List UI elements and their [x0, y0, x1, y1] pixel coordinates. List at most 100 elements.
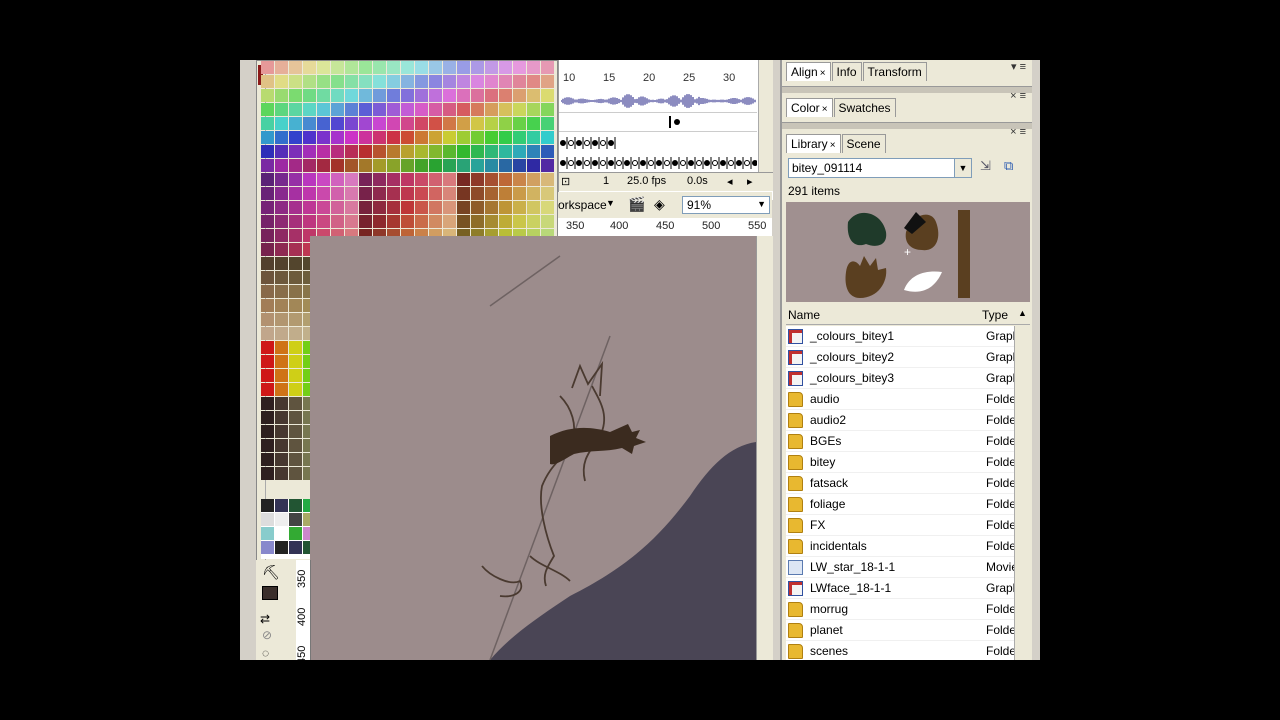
- align-panel-tabs: Align × Info Transform: [786, 62, 928, 82]
- library-item[interactable]: planet Folde: [786, 620, 1014, 641]
- color-swatch: [345, 89, 358, 102]
- color-swatch: [415, 215, 428, 228]
- color-swatch: [359, 61, 372, 74]
- scroll-left-icon[interactable]: ◂: [727, 175, 733, 188]
- timeline-layer-row[interactable]: [559, 134, 757, 152]
- library-item[interactable]: morrug Folde: [786, 599, 1014, 620]
- library-item[interactable]: FX Folde: [786, 515, 1014, 536]
- tab-color[interactable]: Color ×: [786, 98, 833, 117]
- keyframes-row[interactable]: [559, 154, 760, 172]
- close-icon[interactable]: ×: [822, 104, 828, 115]
- color-swatch: [457, 89, 470, 102]
- timeline-layer-row[interactable]: [559, 154, 760, 172]
- new-library-panel-icon[interactable]: ⧉: [1004, 158, 1013, 174]
- library-item[interactable]: LW_star_18-1-1 Movie: [786, 557, 1014, 578]
- library-item[interactable]: _colours_bitey2 Graph: [786, 347, 1014, 368]
- library-item[interactable]: bitey Folde: [786, 452, 1014, 473]
- library-item[interactable]: foliage Folde: [786, 494, 1014, 515]
- color-swatch: [513, 89, 526, 102]
- panel-divider[interactable]: [782, 122, 1032, 129]
- swap-colors-icon[interactable]: ⇄: [260, 612, 270, 626]
- tab-transform[interactable]: Transform: [862, 62, 927, 81]
- zoom-select[interactable]: 91% ▼: [682, 196, 770, 214]
- gradient-swatch: [261, 499, 274, 512]
- audio-waveform[interactable]: [561, 94, 757, 108]
- pin-library-icon[interactable]: ⇲: [980, 158, 991, 174]
- color-swatch: [373, 89, 386, 102]
- tab-library[interactable]: Library ×: [786, 134, 841, 153]
- color-swatch: [289, 131, 302, 144]
- folder-icon: [788, 476, 803, 491]
- library-item[interactable]: incidentals Folde: [786, 536, 1014, 557]
- color-swatch: [443, 103, 456, 116]
- color-swatch: [485, 61, 498, 74]
- color-swatch: [289, 439, 302, 452]
- color-swatch: [289, 187, 302, 200]
- library-item[interactable]: _colours_bitey1 Graph: [786, 326, 1014, 347]
- color-swatch: [499, 173, 512, 186]
- timeline-layer-row[interactable]: [559, 112, 757, 132]
- color-swatch: [345, 145, 358, 158]
- panel-menu-icon[interactable]: ▾ ≡: [1011, 60, 1026, 73]
- scroll-right-icon[interactable]: ▸: [747, 175, 753, 188]
- movie-clip-icon: [788, 560, 803, 575]
- no-color-icon[interactable]: ⊘: [262, 628, 272, 642]
- stage-artwork[interactable]: [310, 236, 756, 660]
- tab-scene[interactable]: Scene: [841, 134, 886, 153]
- timeline-scrollbar[interactable]: [758, 60, 773, 172]
- library-document-select[interactable]: bitey_091114 ▼: [788, 158, 972, 178]
- character-arm: [550, 424, 646, 465]
- tab-swatches[interactable]: Swatches: [833, 98, 896, 117]
- color-swatch: [317, 89, 330, 102]
- color-swatch: [275, 271, 288, 284]
- stage-scrollbar[interactable]: [756, 236, 773, 660]
- color-swatch: [331, 75, 344, 88]
- library-item[interactable]: scenes Folde: [786, 641, 1014, 660]
- library-item[interactable]: audio Folde: [786, 389, 1014, 410]
- chevron-down-icon[interactable]: ▼: [606, 198, 615, 208]
- library-item[interactable]: audio2 Folde: [786, 410, 1014, 431]
- gradient-swatch: [275, 527, 288, 540]
- color-swatch: [429, 173, 442, 186]
- color-swatch: [485, 75, 498, 88]
- tab-info[interactable]: Info: [831, 62, 862, 81]
- color-swatch: [499, 159, 512, 172]
- library-item[interactable]: BGEs Folde: [786, 431, 1014, 452]
- color-swatch: [471, 61, 484, 74]
- color-swatch: [401, 159, 414, 172]
- color-swatch: [401, 61, 414, 74]
- panel-collapse-icon[interactable]: × ≡: [1010, 90, 1026, 102]
- frame-rate[interactable]: 25.0 fps: [627, 175, 666, 187]
- snap-icon[interactable]: ◌: [262, 646, 269, 660]
- column-type[interactable]: Type: [982, 308, 1008, 322]
- paint-bucket-icon[interactable]: ⛏: [262, 564, 280, 581]
- fit-icon[interactable]: ⊡: [561, 175, 570, 188]
- library-item[interactable]: fatsack Folde: [786, 473, 1014, 494]
- close-icon[interactable]: ×: [830, 140, 836, 151]
- color-swatch: [415, 187, 428, 200]
- stage-canvas[interactable]: [310, 236, 756, 660]
- edit-symbols-icon[interactable]: ◈: [654, 196, 665, 213]
- color-swatch: [471, 201, 484, 214]
- fill-color-swatch[interactable]: [262, 586, 278, 600]
- tab-align[interactable]: Align ×: [786, 62, 831, 81]
- panel-close-icon[interactable]: × ≡: [1010, 126, 1026, 138]
- workspace-button[interactable]: orkspace: [558, 198, 607, 212]
- keyframes-row[interactable]: [559, 134, 757, 152]
- panel-divider[interactable]: [782, 86, 1032, 93]
- edit-scene-icon[interactable]: 🎬: [628, 196, 645, 213]
- chevron-down-icon[interactable]: ▼: [954, 159, 971, 177]
- color-swatch: [387, 103, 400, 116]
- library-item-list[interactable]: _colours_bitey1 Graph _colours_bitey2 Graph…: [786, 326, 1014, 660]
- library-item[interactable]: LWface_18-1-1 Graph: [786, 578, 1014, 599]
- sort-icon[interactable]: ▲: [1018, 308, 1027, 318]
- column-name[interactable]: Name: [788, 308, 820, 322]
- color-swatch: [317, 173, 330, 186]
- library-scrollbar[interactable]: [1014, 326, 1031, 660]
- close-icon[interactable]: ×: [820, 68, 826, 79]
- keyframe-marker[interactable]: [559, 113, 757, 131]
- color-swatch: [429, 117, 442, 130]
- color-swatch: [513, 145, 526, 158]
- library-item[interactable]: _colours_bitey3 Graph: [786, 368, 1014, 389]
- color-swatch: [275, 201, 288, 214]
